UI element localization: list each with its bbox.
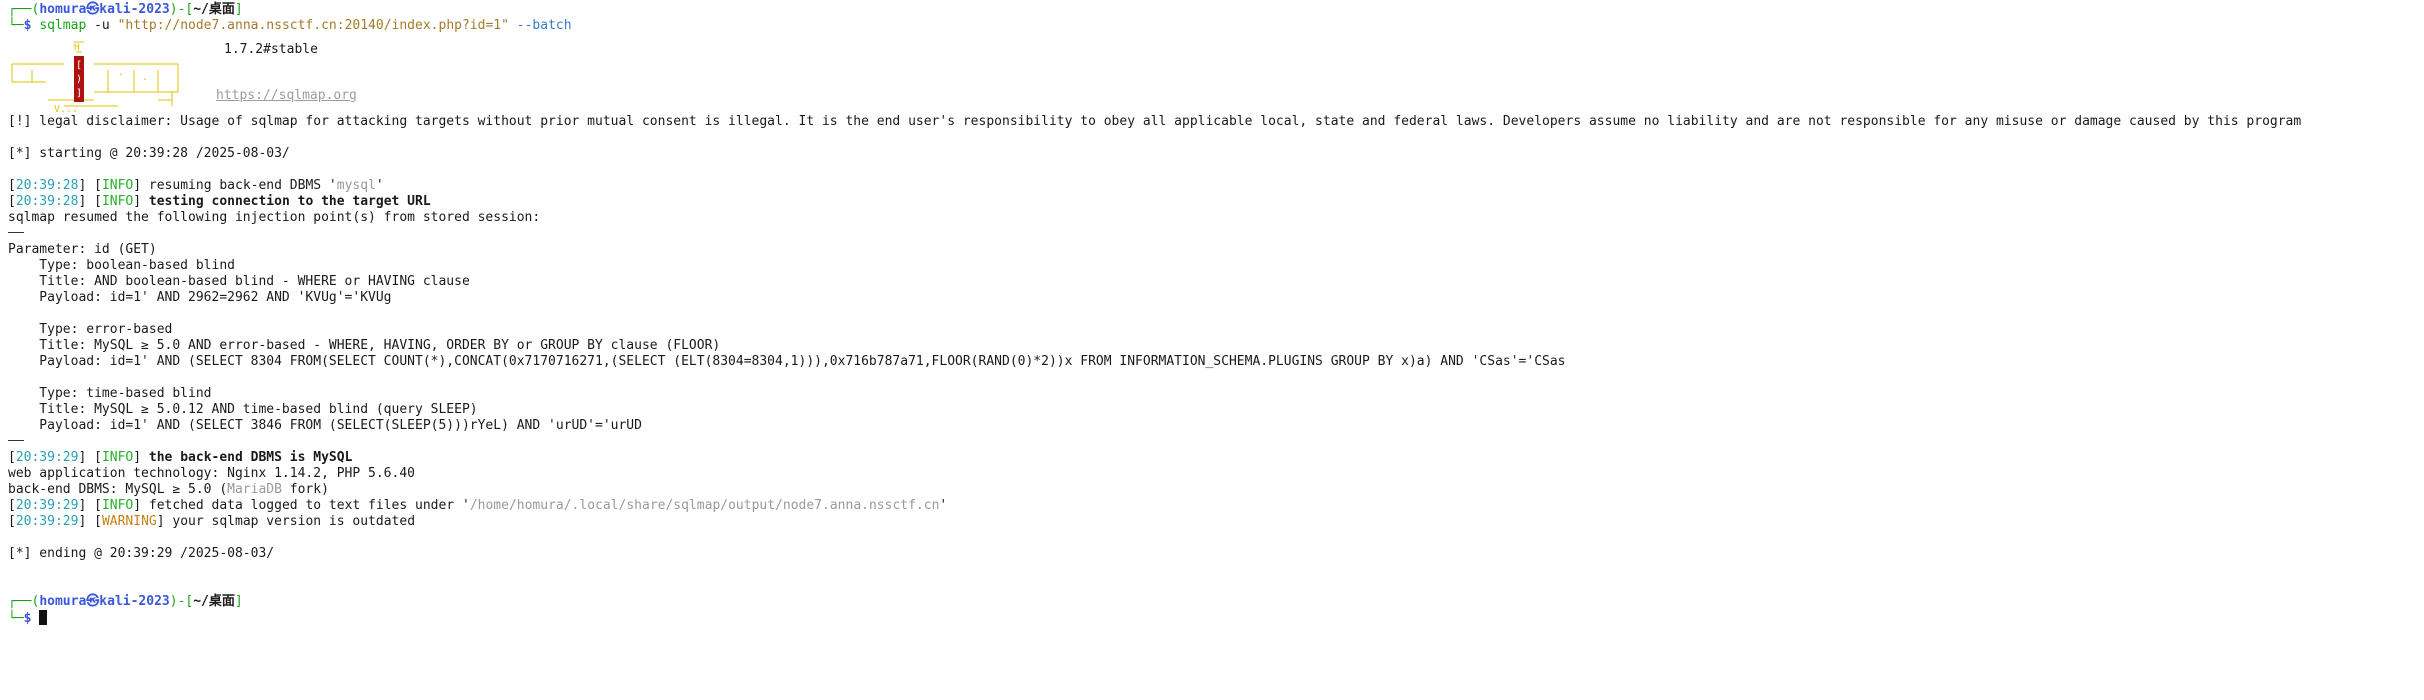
prompt-corner-top: ┌──(: [8, 594, 40, 609]
log-message: the back-end DBMS is MySQL: [148, 450, 353, 465]
separator: [8, 434, 2424, 450]
command-url-arg: "http://node7.anna.nssctf.cn:20140/index…: [117, 18, 509, 33]
log-message: fetched data logged to text files under …: [148, 498, 470, 513]
injection-type: Type: boolean-based blind: [8, 258, 235, 273]
ending-line: [*] ending @ 20:39:29 /2025-08-03/: [8, 546, 275, 561]
dbms-name: mysql: [336, 178, 376, 193]
backend-text: back-end DBMS: MySQL ≥ 5.0 (: [8, 482, 228, 497]
prompt-host: kali-2023: [99, 594, 170, 609]
log-timestamp: 20:39:29: [15, 498, 79, 513]
prompt-path: ~/桌面: [193, 2, 235, 17]
prompt-corner-top: ┌──(: [8, 2, 40, 17]
sqlmap-website-link[interactable]: https://sqlmap.org: [216, 88, 357, 103]
prompt-bracket-close: ]: [234, 2, 243, 17]
command-program: sqlmap: [39, 18, 87, 33]
injection-payload: Payload: id=1' AND 2962=2962 AND 'KVUg'=…: [8, 290, 392, 305]
sqlmap-banner: H [ ) ] . ' V... 1.7.2#stable https://sq…: [8, 34, 2424, 114]
prompt-dollar: $: [23, 611, 32, 626]
command-flag-batch: --batch: [516, 18, 572, 33]
command-line: └─$ sqlmap -u "http://node7.anna.nssctf.…: [8, 18, 2424, 34]
injection-type: Type: error-based: [8, 322, 173, 337]
svg-text:V...: V...: [54, 104, 78, 114]
log-level: INFO: [101, 498, 134, 513]
sqlmap-logo: H [ ) ] . ' V...: [11, 41, 179, 114]
fork-name: MariaDB: [227, 482, 282, 497]
prompt-host: kali-2023: [99, 2, 170, 17]
prompt-line: ┌──(homura㉿kali-2023)-[~/桌面]: [8, 2, 2424, 18]
log-level: INFO: [101, 194, 134, 209]
injection-type: Type: time-based blind: [8, 386, 212, 401]
log-message: testing connection to the target URL: [148, 194, 431, 209]
log-timestamp: 20:39:29: [15, 450, 79, 465]
web-technology-line: web application technology: Nginx 1.14.2…: [8, 466, 415, 481]
prompt-corner-bottom: └─: [8, 611, 24, 626]
prompt-at-glyph: ㉿: [86, 594, 100, 609]
log-message: resuming back-end DBMS ': [148, 178, 337, 193]
prompt-user: homura: [39, 594, 87, 609]
log-line: [20:39:28] [INFO] testing connection to …: [8, 194, 431, 209]
svg-text:]: ]: [76, 88, 82, 99]
command-input-line[interactable]: └─$: [8, 610, 2424, 626]
injection-title: Title: MySQL ≥ 5.0 AND error-based - WHE…: [8, 338, 721, 353]
output-path: /home/homura/.local/share/sqlmap/output/…: [469, 498, 940, 513]
svg-text:[: [: [76, 60, 82, 71]
prompt-bracket: )-[: [169, 2, 194, 17]
svg-text:H: H: [74, 43, 79, 53]
svg-text:): ): [76, 74, 82, 85]
prompt-corner-bottom: └─: [8, 18, 24, 33]
separator: [8, 226, 2424, 242]
log-line: [20:39:29] [INFO] the back-end DBMS is M…: [8, 450, 353, 465]
prompt-line: ┌──(homura㉿kali-2023)-[~/桌面]: [8, 594, 2424, 610]
log-line: [20:39:29] [INFO] fetched data logged to…: [8, 498, 948, 513]
terminal-window[interactable]: ┌──(homura㉿kali-2023)-[~/桌面] └─$ sqlmap …: [0, 0, 2424, 700]
log-message: your sqlmap version is outdated: [172, 514, 416, 529]
parameter-line: Parameter: id (GET): [8, 242, 157, 257]
svg-text:.: .: [142, 72, 148, 83]
prompt-dollar: $: [23, 18, 32, 33]
log-level-warning: WARNING: [101, 514, 157, 529]
command-flag-u: -u: [94, 18, 110, 33]
prompt-bracket: )-[: [169, 594, 194, 609]
prompt-user: homura: [39, 2, 87, 17]
prompt-bracket-close: ]: [234, 594, 243, 609]
prompt-path: ~/桌面: [193, 594, 235, 609]
log-level: INFO: [101, 178, 134, 193]
svg-text:': ': [118, 72, 124, 83]
quote: ': [939, 498, 948, 513]
log-timestamp: 20:39:28: [15, 194, 79, 209]
text-cursor[interactable]: [39, 610, 48, 625]
quote: ': [375, 178, 384, 193]
sqlmap-version: 1.7.2#stable: [224, 42, 318, 57]
injection-payload: Payload: id=1' AND (SELECT 8304 FROM(SEL…: [8, 354, 1566, 369]
log-level: INFO: [101, 450, 134, 465]
starting-line: [*] starting @ 20:39:28 /2025-08-03/: [8, 146, 290, 161]
log-line: [20:39:28] [INFO] resuming back-end DBMS…: [8, 178, 384, 193]
injection-payload: Payload: id=1' AND (SELECT 3846 FROM (SE…: [8, 418, 642, 433]
legal-disclaimer: [!] legal disclaimer: Usage of sqlmap fo…: [8, 114, 2302, 129]
resumed-line: sqlmap resumed the following injection p…: [8, 210, 541, 225]
backend-dbms-line: back-end DBMS: MySQL ≥ 5.0 (MariaDB fork…: [8, 482, 2424, 498]
prompt-at-glyph: ㉿: [86, 2, 100, 17]
log-timestamp: 20:39:28: [15, 178, 79, 193]
injection-title: Title: AND boolean-based blind - WHERE o…: [8, 274, 470, 289]
injection-title: Title: MySQL ≥ 5.0.12 AND time-based bli…: [8, 402, 478, 417]
log-timestamp: 20:39:29: [15, 514, 79, 529]
log-line: [20:39:29] [WARNING] your sqlmap version…: [8, 514, 416, 529]
backend-text-end: fork): [281, 482, 329, 497]
